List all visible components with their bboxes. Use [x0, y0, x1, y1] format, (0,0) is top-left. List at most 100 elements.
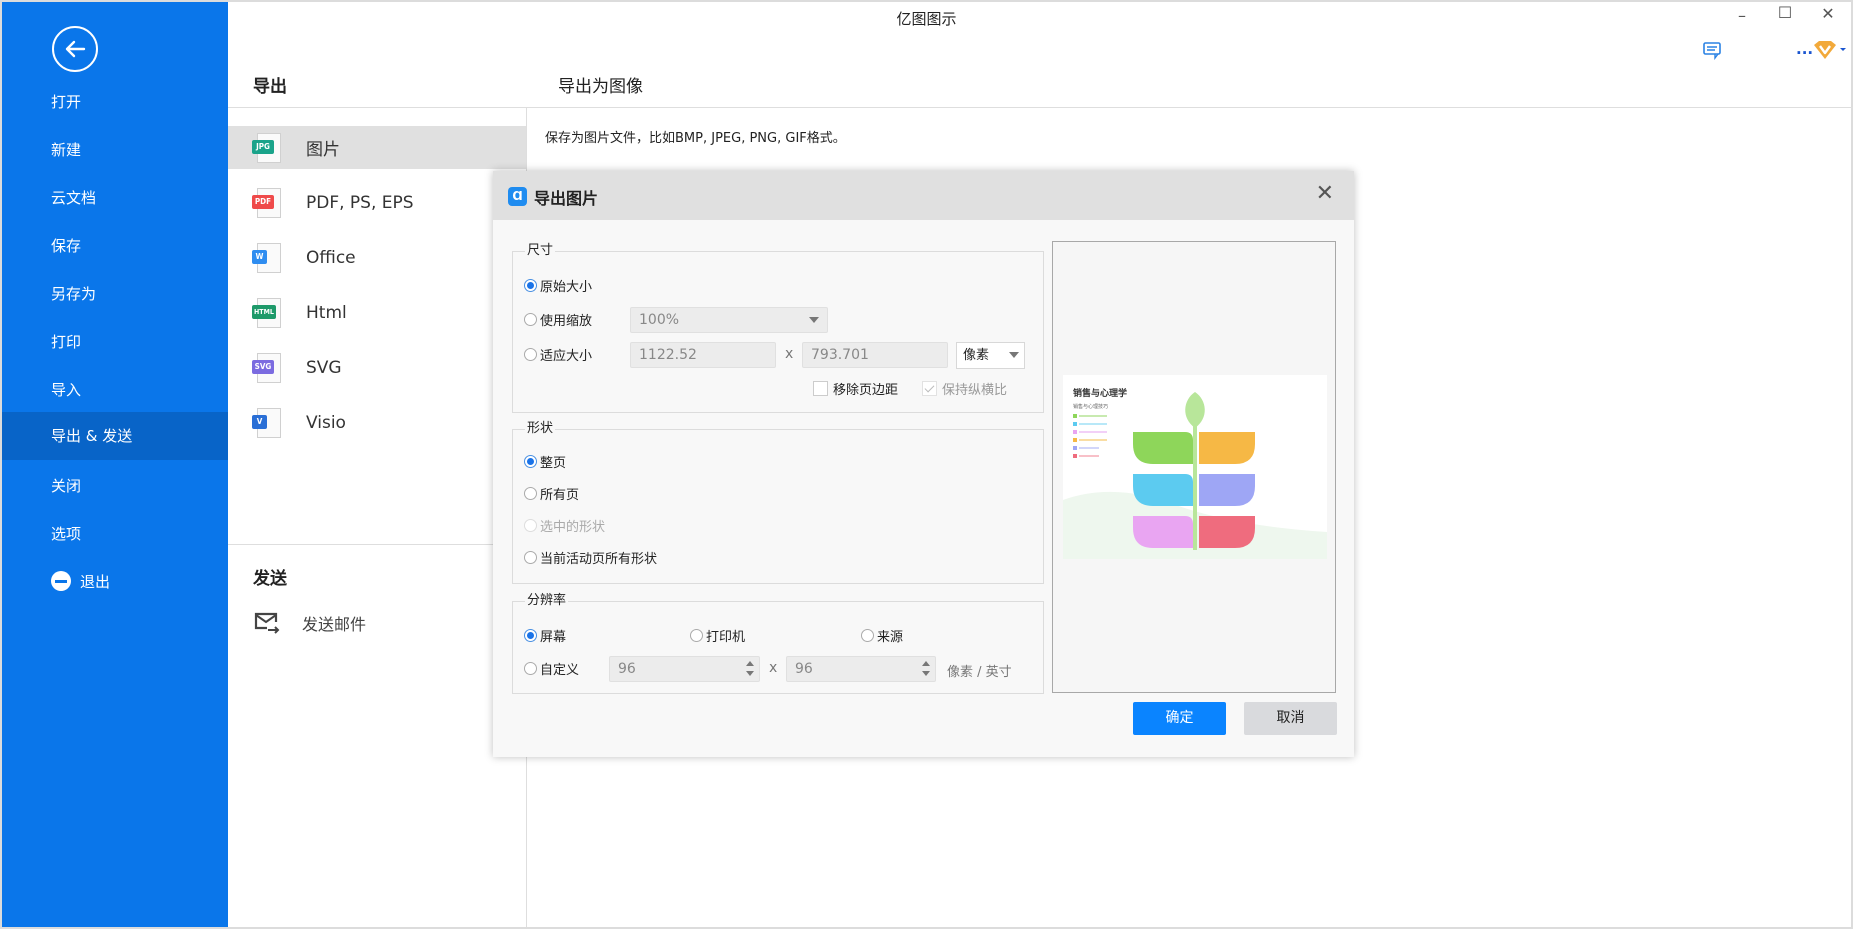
export-item-image[interactable]: JPG 图片: [228, 126, 526, 169]
radio-screen[interactable]: 屏幕: [524, 626, 566, 645]
sidebar-item-label: 选项: [51, 525, 82, 543]
app-title: 亿图图示: [896, 10, 957, 28]
sidebar-item-save[interactable]: 保存: [2, 222, 228, 270]
export-item-visio[interactable]: V Visio: [228, 401, 526, 444]
vip-button[interactable]: [1812, 40, 1846, 64]
maximize-button[interactable]: ☐: [1770, 3, 1800, 22]
radio-label: 自定义: [540, 663, 580, 678]
detail-header: 导出为图像: [558, 77, 643, 97]
export-item-label: Html: [306, 302, 347, 323]
chat-icon: [1703, 42, 1721, 61]
export-item-label: Office: [306, 247, 356, 268]
export-item-label: 图片: [306, 140, 340, 160]
close-icon: ✕: [1315, 181, 1334, 206]
svg-file-icon: SVG: [252, 352, 282, 383]
ok-button[interactable]: 确定: [1133, 702, 1226, 735]
send-email-item[interactable]: 发送邮件: [253, 611, 366, 635]
preview-subtitle: 销售与心理技巧: [1073, 403, 1108, 410]
sidebar-item-save-as[interactable]: 另存为: [2, 270, 228, 318]
resolution-group: 分辨率 屏幕 打印机 来源 自定义 96 x 96 像素 / 英寸: [512, 593, 1044, 694]
radio-label: 所有页: [540, 488, 580, 503]
radio-label: 适应大小: [540, 349, 593, 364]
unit-value: 像素: [963, 348, 990, 363]
radio-fit-size[interactable]: 适应大小: [524, 345, 592, 364]
export-item-office[interactable]: W Office: [228, 236, 526, 279]
radio-selected-shapes[interactable]: 选中的形状: [524, 516, 605, 535]
size-group-label: 尺寸: [525, 243, 556, 259]
height-value: 793.701: [811, 347, 869, 363]
resolution-group-label: 分辨率: [525, 593, 569, 609]
width-input[interactable]: 1122.52: [630, 342, 776, 368]
backstage-sidebar: 打开 新建 云文档 保存 另存为 打印 导入 导出 & 发送 关闭 选项 退出: [2, 2, 228, 927]
chat-button[interactable]: [1703, 42, 1723, 64]
sidebar-item-import[interactable]: 导入: [2, 366, 228, 414]
minimize-button[interactable]: –: [1727, 6, 1757, 25]
pdf-file-icon: PDF: [252, 187, 282, 218]
dpi-y-stepper[interactable]: 96: [786, 656, 936, 682]
width-value: 1122.52: [639, 347, 697, 363]
export-item-html[interactable]: HTML Html: [228, 291, 526, 334]
visio-file-icon: V: [252, 407, 282, 438]
sidebar-item-open[interactable]: 打开: [2, 78, 228, 126]
radio-label: 整页: [540, 456, 567, 471]
remove-margin-checkbox[interactable]: 移除页边距: [813, 379, 898, 398]
dpi-x-stepper[interactable]: 96: [609, 656, 760, 682]
export-item-svg[interactable]: SVG SVG: [228, 346, 526, 389]
sidebar-item-options[interactable]: 选项: [2, 510, 228, 558]
sidebar-item-label: 导出 & 发送: [51, 427, 133, 445]
export-header: 导出: [253, 77, 287, 97]
checkbox-label: 保持纵横比: [942, 383, 1008, 398]
shape-group: 形状 整页 所有页 选中的形状 当前活动页所有形状: [512, 421, 1044, 584]
sidebar-item-close[interactable]: 关闭: [2, 462, 228, 510]
radio-printer[interactable]: 打印机: [690, 626, 745, 645]
sidebar-item-exit[interactable]: 退出: [2, 558, 228, 606]
preview-pane: 销售与心理学 销售与心理技巧: [1052, 241, 1336, 693]
export-description: 保存为图片文件，比如BMP, JPEG, PNG, GIF格式。: [545, 131, 846, 146]
dialog-close-button[interactable]: ✕: [1316, 183, 1334, 205]
sidebar-item-label: 打开: [51, 93, 82, 111]
radio-label: 当前活动页所有形状: [540, 552, 658, 567]
vip-badge-icon: [1814, 41, 1846, 59]
sidebar-item-label: 导入: [51, 381, 82, 399]
chevron-down-icon: [809, 317, 819, 323]
zoom-select[interactable]: 100%: [630, 307, 828, 333]
chevron-down-icon: [1009, 352, 1019, 358]
html-file-icon: HTML: [252, 297, 282, 328]
send-email-label: 发送邮件: [302, 615, 367, 634]
unit-select[interactable]: 像素: [956, 342, 1025, 369]
radio-whole-page[interactable]: 整页: [524, 452, 566, 471]
export-item-label: SVG: [306, 357, 342, 378]
radio-custom[interactable]: 自定义: [524, 659, 579, 678]
preview-title: 销售与心理学: [1073, 387, 1127, 399]
cancel-button[interactable]: 取消: [1244, 702, 1337, 735]
export-item-pdf[interactable]: PDF PDF, PS, EPS: [228, 181, 526, 224]
size-separator: x: [785, 346, 794, 362]
sidebar-item-export-send[interactable]: 导出 & 发送: [2, 412, 228, 460]
export-image-dialog: Ɑ 导出图片 ✕ 尺寸 原始大小 使用缩放 适应大小 100% 1122.52 …: [493, 171, 1354, 757]
radio-label: 屏幕: [540, 630, 567, 645]
close-window-button[interactable]: ✕: [1813, 4, 1843, 23]
sidebar-item-label: 退出: [80, 573, 111, 591]
sidebar-item-label: 云文档: [51, 189, 97, 207]
back-button[interactable]: [52, 26, 98, 72]
sidebar-item-print[interactable]: 打印: [2, 318, 228, 366]
radio-source[interactable]: 来源: [861, 626, 903, 645]
sidebar-item-new[interactable]: 新建: [2, 126, 228, 174]
zoom-value: 100%: [639, 312, 680, 328]
radio-use-zoom[interactable]: 使用缩放: [524, 310, 592, 329]
keep-ratio-checkbox[interactable]: 保持纵横比: [922, 379, 1007, 398]
diagram-preview-thumbnail: 销售与心理学 销售与心理技巧: [1063, 375, 1327, 559]
radio-active-page-shapes[interactable]: 当前活动页所有形状: [524, 548, 657, 567]
radio-original-size[interactable]: 原始大小: [524, 276, 592, 295]
radio-label: 来源: [877, 630, 904, 645]
minimize-icon: –: [1738, 6, 1746, 25]
more-button[interactable]: ...: [1796, 40, 1813, 58]
sidebar-item-cloud-docs[interactable]: 云文档: [2, 174, 228, 222]
checkbox-label: 移除页边距: [833, 383, 899, 398]
export-item-label: PDF, PS, EPS: [306, 192, 414, 213]
sidebar-item-label: 保存: [51, 237, 82, 255]
radio-all-pages[interactable]: 所有页: [524, 484, 579, 503]
dpi-unit-label: 像素 / 英寸: [947, 665, 1012, 680]
height-input[interactable]: 793.701: [802, 342, 948, 368]
radio-label: 原始大小: [540, 280, 593, 295]
